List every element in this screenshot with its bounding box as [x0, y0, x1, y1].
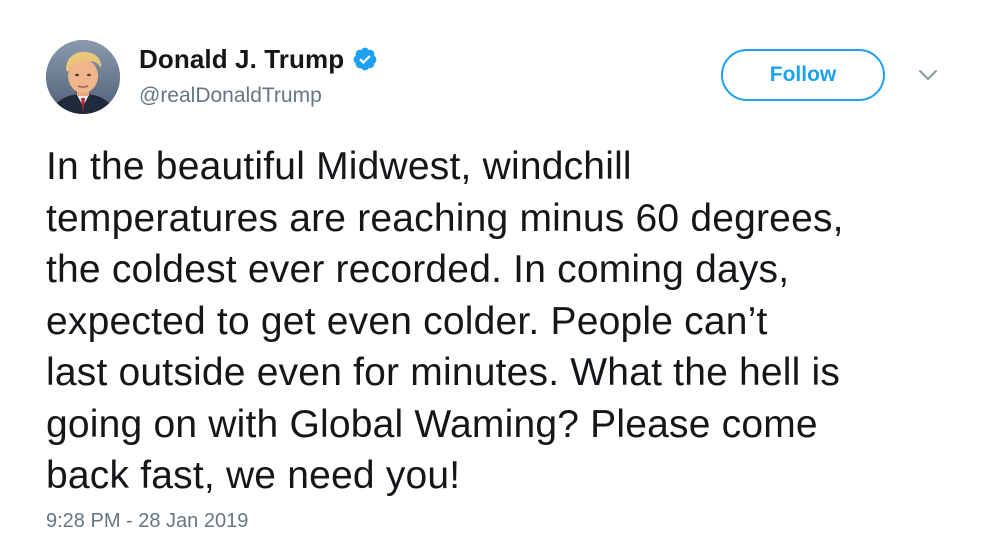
tweet-text-line: the coldest ever recorded. In coming day… — [46, 248, 790, 291]
verified-badge-icon — [352, 46, 378, 72]
profile-photo-icon — [46, 40, 120, 114]
tweet-text-line: last outside even for minutes. What the … — [46, 351, 841, 394]
tweet-text-line: going on with Global Waming? Please come — [46, 402, 818, 446]
follow-button[interactable]: Follow — [721, 49, 885, 101]
tweet-text-line: back fast, we need you! — [46, 454, 461, 497]
tweet-text: In the beautiful Midwest, windchill temp… — [46, 141, 966, 502]
tweet-card: Donald J. Trump @realDonaldTrump Follow … — [0, 0, 998, 550]
tweet-timestamp[interactable]: 9:28 PM - 28 Jan 2019 — [46, 510, 248, 533]
user-handle[interactable]: @realDonaldTrump — [139, 84, 322, 108]
avatar[interactable] — [46, 40, 120, 114]
name-row: Donald J. Trump — [139, 42, 378, 76]
tweet-text-line: temperatures are reaching minus 60 degre… — [46, 196, 844, 240]
tweet-text-line: In the beautiful Midwest, windchill — [46, 145, 632, 188]
chevron-down-icon[interactable] — [918, 68, 938, 82]
tweet-text-line: expected to get even colder. People can’… — [46, 299, 768, 343]
display-name[interactable]: Donald J. Trump — [139, 44, 344, 75]
